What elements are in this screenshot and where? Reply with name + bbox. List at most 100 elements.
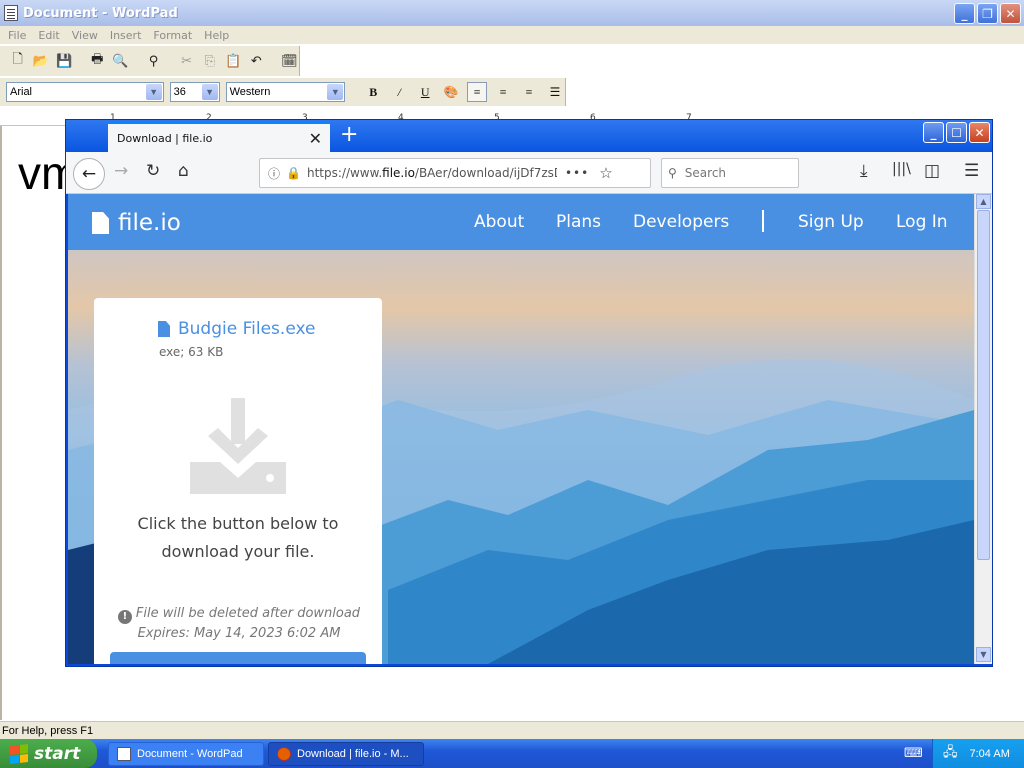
script-value: Western [229, 86, 271, 98]
font-name-select[interactable]: Arial ▼ [6, 82, 164, 102]
menu-file[interactable]: File [2, 29, 32, 42]
forward-arrow-icon[interactable]: → [114, 161, 128, 181]
clock[interactable]: 7:04 AM [970, 748, 1010, 760]
cut-icon[interactable]: ✂ [177, 51, 196, 71]
open-folder-icon[interactable]: 📂 [31, 51, 50, 71]
site-logo[interactable]: file.io [92, 210, 181, 236]
wordpad-format-toolbar: Arial ▼ 36 ▼ Western ▼ B / U 🎨 ≡ ≡ ≡ ☰ [0, 78, 566, 106]
nav-divider [762, 210, 764, 232]
color-palette-icon[interactable]: 🎨 [441, 82, 461, 102]
info-icon[interactable]: ⓘ [268, 165, 280, 182]
menu-format[interactable]: Format [147, 29, 198, 42]
wordpad-minimize-button[interactable]: _ [954, 3, 975, 24]
search-box[interactable]: ⚲ Search [661, 158, 799, 188]
align-center-icon[interactable]: ≡ [493, 82, 513, 102]
keyboard-icon[interactable]: ⌨ [904, 746, 923, 761]
wordpad-titlebar[interactable]: Document - WordPad _ ❐ ✕ [0, 0, 1024, 26]
download-icon [190, 398, 286, 494]
windows-logo-icon [10, 743, 28, 764]
italic-icon[interactable]: / [389, 82, 409, 102]
menu-insert[interactable]: Insert [104, 29, 148, 42]
save-icon[interactable]: 💾 [55, 51, 74, 71]
site-logo-text: file.io [118, 210, 181, 236]
taskbar-item-firefox[interactable]: Download | file.io - M... [268, 742, 424, 766]
document-icon [158, 321, 170, 337]
system-tray: 🖧 7:04 AM [932, 739, 1024, 768]
wordpad-statusbar: For Help, press F1 [0, 721, 1024, 739]
bold-icon[interactable]: B [363, 82, 383, 102]
menu-view[interactable]: View [66, 29, 104, 42]
insert-datetime-icon[interactable]: 🗓 [280, 51, 299, 71]
underline-icon[interactable]: U [415, 82, 435, 102]
scroll-thumb[interactable] [977, 210, 990, 560]
paste-icon[interactable]: 📋 [223, 51, 242, 71]
scroll-up-icon[interactable]: ▲ [976, 194, 991, 209]
page-viewport: file.io About Plans Developers Sign Up L… [68, 194, 974, 664]
menu-edit[interactable]: Edit [32, 29, 65, 42]
lock-icon[interactable]: 🔒 [286, 166, 301, 180]
browser-navbar: ← → ↻ ⌂ ⓘ 🔒 https://www.file.io/BAer/dow… [66, 152, 992, 194]
more-actions-icon[interactable]: ••• [565, 166, 589, 180]
chevron-down-icon[interactable]: ▼ [327, 84, 344, 100]
align-left-icon[interactable]: ≡ [467, 82, 488, 102]
firefox-maximize-button[interactable]: ☐ [946, 122, 967, 143]
back-arrow-icon[interactable]: ← [73, 158, 105, 190]
firefox-titlebar[interactable]: Download | file.io ✕ + _ ☐ ✕ [66, 120, 992, 152]
library-icon[interactable]: |||\ [892, 161, 911, 177]
nav-about[interactable]: About [474, 212, 524, 232]
bookmark-star-icon[interactable]: ☆ [599, 164, 612, 182]
url-text[interactable]: https://www.file.io/BAer/download/ijDf7z… [307, 166, 557, 180]
alert-icon: ! [117, 610, 132, 624]
find-icon[interactable]: ⚲ [144, 51, 163, 71]
new-tab-icon[interactable]: + [340, 122, 358, 147]
print-preview-icon[interactable]: 🔍 [111, 51, 130, 71]
sidebar-icon[interactable]: ◫ [924, 161, 940, 181]
download-button[interactable] [110, 652, 366, 664]
download-icon[interactable]: ⤓ [860, 161, 868, 181]
firefox-caption-buttons: _ ☐ ✕ [923, 122, 990, 143]
file-meta: exe; 63 KB [159, 345, 224, 359]
chevron-down-icon[interactable]: ▼ [145, 84, 162, 100]
url-bar[interactable]: ⓘ 🔒 https://www.file.io/BAer/download/ij… [259, 158, 651, 188]
wordpad-restore-button[interactable]: ❐ [977, 3, 998, 24]
reload-icon[interactable]: ↻ [146, 161, 160, 181]
nav-developers[interactable]: Developers [633, 212, 729, 232]
new-document-icon[interactable]: 🗋 [8, 51, 27, 71]
script-select[interactable]: Western ▼ [225, 82, 346, 102]
taskbar-item-wordpad[interactable]: Document - WordPad [108, 742, 264, 766]
start-button[interactable]: start [0, 739, 97, 768]
file-name-link[interactable]: Budgie Files.exe [158, 319, 315, 339]
firefox-minimize-button[interactable]: _ [923, 122, 944, 143]
firefox-task-icon [277, 747, 291, 761]
file-name: Budgie Files.exe [178, 319, 316, 339]
url-path: /BAer/download/ijDf7zsD [414, 166, 557, 180]
tab-title: Download | file.io [117, 131, 213, 145]
font-name-value: Arial [10, 86, 33, 98]
font-size-select[interactable]: 36 ▼ [169, 82, 220, 102]
deletion-warning: ! File will be deleted after download Exp… [114, 604, 364, 644]
network-icon[interactable]: 🖧 [943, 743, 958, 765]
wordpad-close-button[interactable]: ✕ [1000, 3, 1021, 24]
chevron-down-icon[interactable]: ▼ [201, 84, 218, 100]
wordpad-standard-toolbar: 🗋 📂 💾 🖶 🔍 ⚲ ✂ ⎘ 📋 ↶ 🗓 [0, 46, 300, 76]
warning-text: File will be deleted after download [135, 606, 361, 621]
nav-log-in[interactable]: Log In [896, 212, 948, 232]
close-icon[interactable]: ✕ [309, 129, 322, 148]
hamburger-menu-icon[interactable]: ☰ [964, 161, 979, 181]
wordpad-app-icon[interactable] [4, 5, 18, 21]
browser-tab[interactable]: Download | file.io ✕ [108, 122, 330, 152]
undo-icon[interactable]: ↶ [247, 51, 266, 71]
copy-icon[interactable]: ⎘ [200, 51, 219, 71]
scroll-down-icon[interactable]: ▼ [976, 647, 991, 662]
nav-plans[interactable]: Plans [556, 212, 601, 232]
print-icon[interactable]: 🖶 [88, 51, 107, 71]
align-right-icon[interactable]: ≡ [519, 82, 539, 102]
firefox-close-button[interactable]: ✕ [969, 122, 990, 143]
nav-sign-up[interactable]: Sign Up [798, 212, 864, 232]
bullets-icon[interactable]: ☰ [545, 82, 565, 102]
download-instructions: Click the button below to download your … [137, 514, 339, 561]
home-icon[interactable]: ⌂ [178, 161, 189, 181]
page-scrollbar[interactable]: ▲ ▼ [974, 194, 992, 664]
menu-help[interactable]: Help [198, 29, 235, 42]
wordpad-caption-buttons: _ ❐ ✕ [954, 3, 1021, 24]
